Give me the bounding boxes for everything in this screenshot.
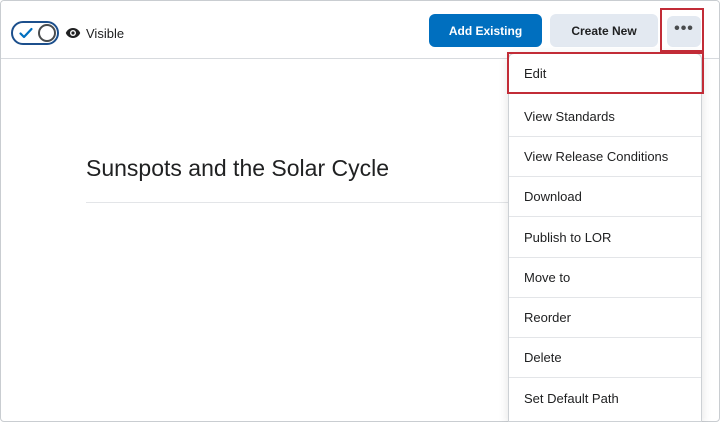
more-options-button[interactable]: ••• — [667, 16, 701, 47]
title-divider — [86, 202, 511, 203]
create-new-button[interactable]: Create New — [550, 14, 658, 47]
menu-item-move-to[interactable]: Move to — [509, 258, 701, 298]
menu-item-view-standards[interactable]: View Standards — [509, 97, 701, 137]
page-title: Sunspots and the Solar Cycle — [86, 155, 390, 181]
menu-item-publish-to-lor[interactable]: Publish to LOR — [509, 218, 701, 258]
menu-item-set-default-path[interactable]: Set Default Path — [509, 378, 701, 418]
toggle-knob — [38, 24, 56, 42]
menu-item-download[interactable]: Download — [509, 177, 701, 217]
more-options-menu: Edit View Standards View Release Conditi… — [508, 53, 702, 422]
eye-icon — [65, 28, 81, 38]
more-horizontal-icon: ••• — [674, 19, 694, 37]
toolbar: Visible Add Existing Create New ••• — [1, 1, 719, 59]
visibility-toggle[interactable] — [11, 21, 59, 45]
add-existing-button[interactable]: Add Existing — [429, 14, 542, 47]
visibility-label: Visible — [86, 25, 125, 41]
menu-item-view-release-conditions[interactable]: View Release Conditions — [509, 137, 701, 177]
check-icon — [19, 27, 33, 39]
menu-item-delete[interactable]: Delete — [509, 338, 701, 378]
menu-item-edit[interactable]: Edit — [509, 54, 701, 94]
visibility-status: Visible — [65, 23, 124, 43]
menu-item-reorder[interactable]: Reorder — [509, 298, 701, 338]
